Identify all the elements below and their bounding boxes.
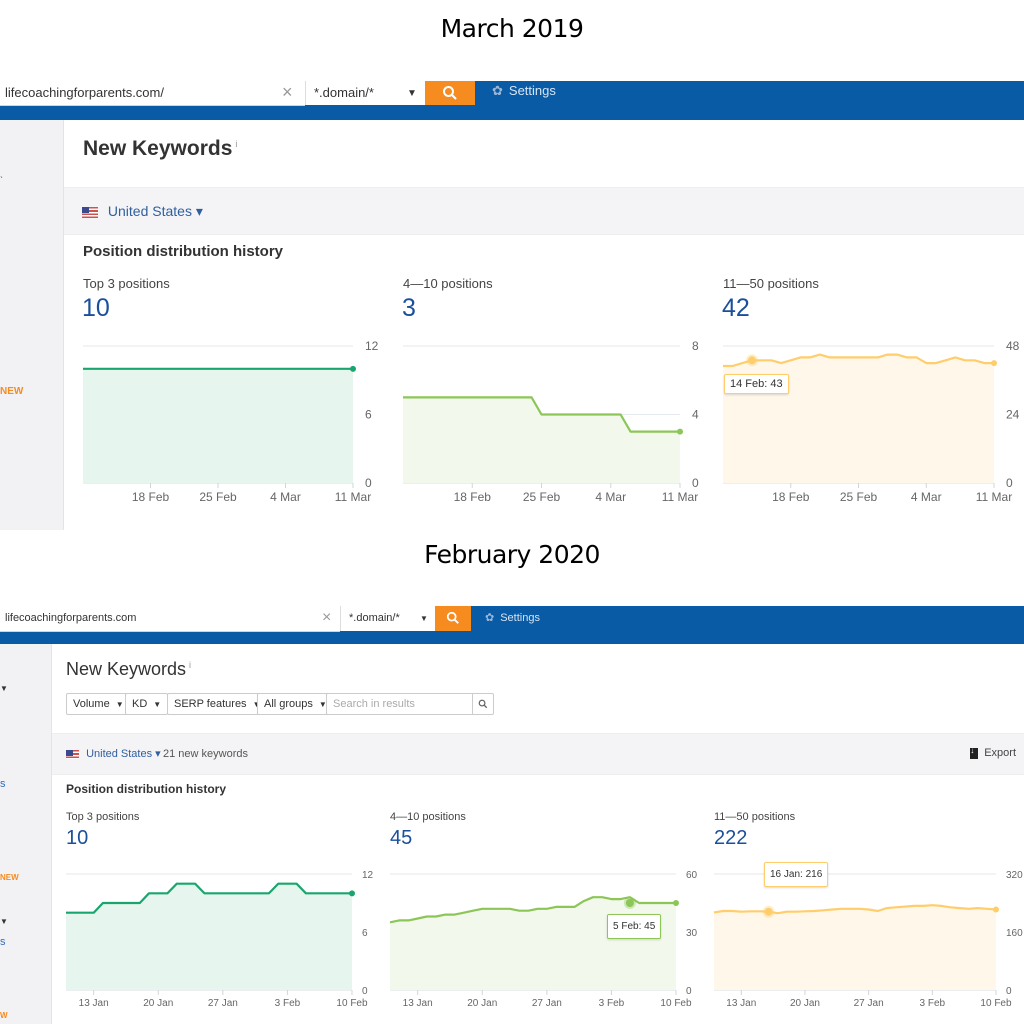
search-results-button[interactable] [472, 694, 493, 714]
domain-search-input[interactable]: lifecoachingforparents.com × [0, 606, 340, 632]
x-tick-label: 27 Jan [854, 998, 884, 1009]
x-tick-label: 20 Jan [467, 998, 497, 1009]
sidebar-caret: ▼ [0, 684, 8, 693]
chart-11-50-2020: 0 160 320 13 Jan 20 Jan 27 Jan 3 Feb 10 Feb [713, 868, 1024, 1018]
y-tick-label: 6 [362, 928, 368, 939]
top-bar: lifecoachingforparents.com × *.domain/* … [0, 606, 1024, 644]
x-tick-label: 20 Jan [143, 998, 173, 1009]
settings-button[interactable]: ✿ Settings [485, 611, 540, 624]
x-tick-label: 27 Jan [532, 998, 562, 1009]
chart-svg: 0 30 60 13 Jan 20 Jan 27 Jan 3 Feb 10 Feb [389, 870, 698, 1009]
export-button[interactable]: Export [970, 746, 1016, 759]
x-tick-label: 13 Jan [403, 998, 433, 1009]
x-tick-label: 10 Feb [660, 998, 692, 1009]
mode-select-value: *.domain/* [349, 612, 400, 624]
y-tick-label: 30 [686, 928, 698, 939]
chart-4-10-2020: 0 30 60 13 Jan 20 Jan 27 Jan 3 Feb 10 Feb [389, 868, 708, 1018]
country-bar: United States ▾ 21 new keywords Export [52, 733, 1024, 775]
new-keywords-count: 21 new keywords [163, 748, 248, 760]
y-tick-label: 60 [686, 870, 698, 881]
metric-value-top3: 10 [66, 827, 89, 849]
mode-select[interactable]: *.domain/* ▼ [340, 606, 436, 631]
search-placeholder: Search in results [333, 698, 415, 710]
chart-svg: 0 160 320 13 Jan 20 Jan 27 Jan 3 Feb 10 Feb [713, 870, 1023, 1009]
x-tick-label: 13 Jan [79, 998, 109, 1009]
export-icon [970, 746, 979, 759]
metric-label-top3: Top 3 positions [66, 811, 140, 823]
y-tick-label: 320 [1006, 870, 1023, 881]
x-tick-label: 3 Feb [920, 998, 946, 1009]
y-tick-label: 0 [362, 986, 368, 997]
x-tick-label: 10 Feb [980, 998, 1012, 1009]
x-tick-label: 10 Feb [336, 998, 368, 1009]
highlight-point [764, 907, 773, 916]
metric-value-11-50: 222 [714, 827, 748, 849]
page-title-text: New Keywords [66, 659, 187, 679]
sidebar-link-fragment[interactable]: s [0, 778, 6, 790]
metric-value-4-10: 45 [390, 827, 413, 849]
filter-kd[interactable]: KD ▼ [125, 693, 169, 715]
highlight-point [625, 899, 634, 907]
country-select[interactable]: United States ▾ [66, 747, 161, 760]
chart-svg: 0 6 12 13 Jan 20 Jan 27 Jan 3 Feb 10 Feb [66, 870, 374, 1009]
export-label: Export [984, 747, 1016, 759]
page-title: New Keywords i [66, 659, 191, 680]
x-tick-label: 3 Feb [599, 998, 625, 1009]
metric-label-4-10: 4—10 positions [390, 811, 466, 823]
sidebar-new-badge: NEW [0, 873, 19, 882]
metric-label-11-50: 11—50 positions [714, 811, 796, 823]
y-tick-label: 12 [362, 870, 374, 881]
filter-label: Volume [73, 698, 110, 710]
domain-search-value: lifecoachingforparents.com [5, 612, 137, 624]
filter-serp-features[interactable]: SERP features▼ [167, 693, 268, 715]
us-flag-icon [66, 749, 79, 759]
search-in-results-input[interactable]: Search in results [326, 693, 494, 715]
filter-bar: Volume ▼ KD ▼ SERP features▼ All groups▼ S… [66, 693, 526, 715]
end-point-marker [993, 906, 999, 913]
filter-all-groups[interactable]: All groups ▼ [257, 693, 334, 715]
tooltip-2020-4-10: 5 Feb: 45 [607, 914, 662, 939]
x-tick-label: 13 Jan [726, 998, 756, 1009]
x-tick-label: 20 Jan [790, 998, 820, 1009]
series-area [66, 883, 352, 990]
tooltip-2020-11-50: 16 Jan: 216 [764, 862, 829, 887]
filter-volume[interactable]: Volume ▼ [66, 693, 131, 715]
series-area [390, 897, 676, 990]
clear-icon[interactable]: × [322, 609, 331, 627]
search-icon [478, 699, 488, 709]
x-tick-label: 3 Feb [275, 998, 301, 1009]
end-point-marker [673, 900, 679, 906]
search-button[interactable] [435, 606, 471, 631]
y-tick-label: 0 [1006, 986, 1012, 997]
series-area [714, 905, 996, 990]
country-label: United States ▾ [86, 748, 161, 760]
chart-top3-2020: 0 6 12 13 Jan 20 Jan 27 Jan 3 Feb 10 Feb [66, 868, 384, 1018]
sidebar: ▼ s NEW ▼ s W [0, 644, 52, 1024]
gear-icon: ✿ [485, 612, 495, 624]
filter-label: SERP features [174, 698, 247, 710]
info-icon[interactable]: i [189, 660, 191, 670]
y-tick-label: 0 [686, 986, 692, 997]
chevron-down-icon: ▼ [420, 614, 428, 623]
section-title: Position distribution history [66, 782, 226, 796]
settings-label: Settings [500, 612, 540, 624]
x-tick-label: 27 Jan [208, 998, 238, 1009]
chevron-down-icon: ▼ [153, 700, 162, 709]
filter-label: All groups [264, 698, 313, 710]
sidebar-link-fragment[interactable]: s [0, 936, 6, 948]
snapshot-2020: lifecoachingforparents.com × *.domain/* … [0, 0, 1024, 1024]
sidebar-new-badge-partial: W [0, 1011, 8, 1020]
search-icon [446, 611, 459, 624]
filter-label: KD [132, 698, 148, 710]
y-tick-label: 160 [1006, 928, 1023, 939]
sidebar-caret: ▼ [0, 917, 8, 926]
chevron-down-icon: ▼ [115, 700, 124, 709]
end-point-marker [349, 890, 355, 897]
